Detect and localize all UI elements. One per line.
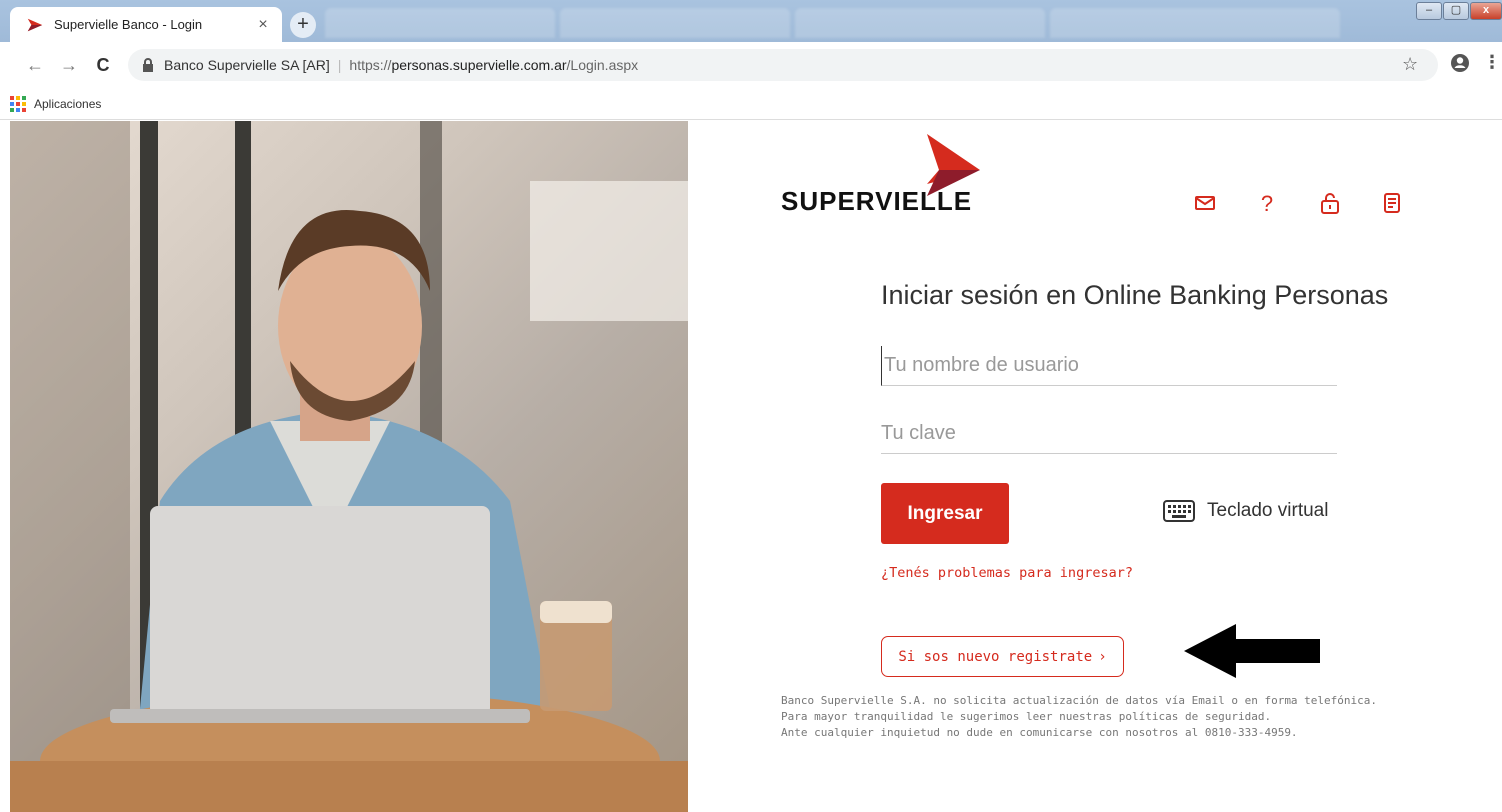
hero-photo [10,121,688,812]
virtual-keyboard-toggle[interactable]: Teclado virtual [1163,500,1328,522]
register-button[interactable]: Si sos nuevo registrate › [881,636,1124,677]
mail-icon[interactable] [1193,191,1217,215]
bookmark-star-icon[interactable]: ☆ [1402,54,1418,75]
url-scheme: https:// [349,57,392,73]
minimize-button[interactable]: – [1416,2,1442,20]
disclaimer-line: Banco Supervielle S.A. no solicita actua… [781,694,1378,707]
supervielle-favicon-icon [27,18,43,31]
disclaimer-line: Para mayor tranquilidad le sugerimos lee… [781,710,1272,723]
tab-close-button[interactable]: × [254,16,272,34]
chevron-right-icon: › [1098,648,1107,665]
keyboard-icon [1163,500,1195,522]
username-input[interactable] [881,346,1337,386]
login-trouble-link[interactable]: ¿Tenés problemas para ingresar? [881,565,1133,581]
reload-icon[interactable]: C [92,54,114,76]
padlock-icon [143,58,153,72]
address-separator: | [337,57,342,73]
active-tab[interactable]: Supervielle Banco - Login × [10,7,282,42]
forward-arrow-icon[interactable]: → [58,54,80,76]
profile-icon[interactable] [1450,53,1470,73]
back-arrow-icon[interactable]: ← [24,54,46,76]
document-icon[interactable] [1380,191,1404,215]
background-tab[interactable] [795,8,1045,38]
apps-grid-icon[interactable] [10,95,26,112]
virtual-keyboard-label: Teclado virtual [1207,500,1329,521]
browser-toolbar: ← → C Banco Supervielle SA [AR] | https:… [0,42,1502,88]
browser-titlebar: Supervielle Banco - Login × + – ▢ x [0,0,1502,42]
background-tab[interactable] [1050,8,1340,38]
password-input[interactable] [881,414,1337,454]
svg-text:?: ? [1261,191,1273,215]
address-bar[interactable]: Banco Supervielle SA [AR] | https://pers… [128,49,1438,81]
background-tab[interactable] [560,8,790,38]
brand-wordmark: SUPERVIELLE [781,186,973,216]
menu-kebab-icon[interactable]: ⋮ [1483,52,1501,73]
register-label: Si sos nuevo registrate [898,648,1093,665]
url-path: /Login.aspx [566,57,639,73]
tab-title: Supervielle Banco - Login [54,17,203,32]
lock-icon[interactable] [1318,191,1342,215]
background-tab[interactable] [325,8,555,38]
login-button[interactable]: Ingresar [881,483,1009,544]
close-window-button[interactable]: x [1470,2,1502,20]
annotation-arrow-icon [1184,624,1320,678]
man-with-laptop-illustration [10,121,688,812]
site-identity: Banco Supervielle SA [AR] [164,57,330,73]
url-domain: personas.supervielle.com.ar [391,57,567,73]
apps-bookmark-label[interactable]: Aplicaciones [34,97,101,111]
maximize-button[interactable]: ▢ [1443,2,1469,20]
new-tab-button[interactable]: + [290,12,316,38]
help-icon[interactable]: ? [1255,191,1279,215]
bookmarks-bar: Aplicaciones [0,88,1502,120]
login-heading: Iniciar sesión en Online Banking Persona… [881,280,1389,310]
security-disclaimer: Banco Supervielle S.A. no solicita actua… [781,693,1377,741]
disclaimer-line: Ante cualquier inquietud no dude en comu… [781,726,1298,739]
